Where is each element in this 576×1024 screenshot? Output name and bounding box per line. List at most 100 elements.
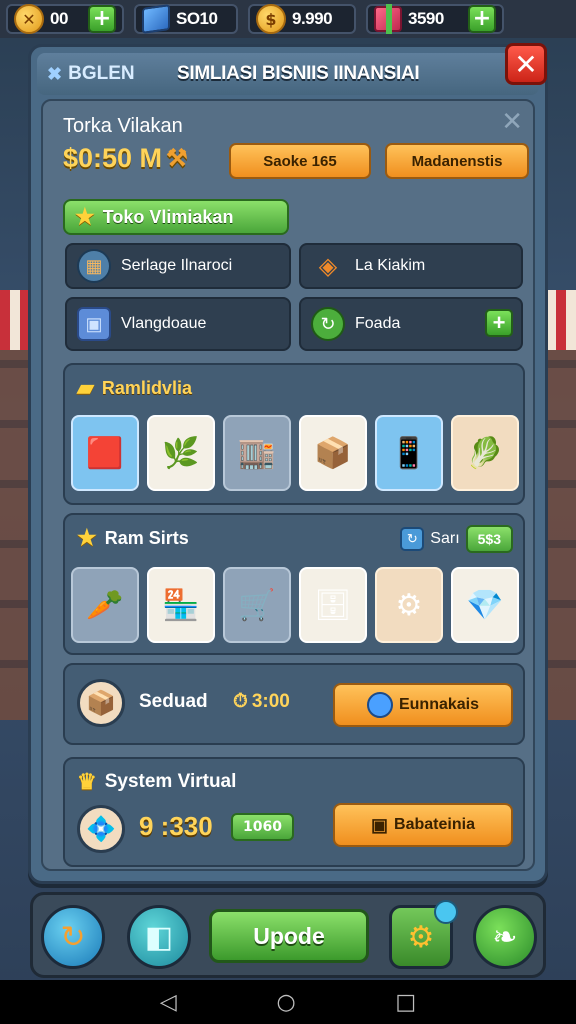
- hammer-icon: ⚒: [166, 145, 188, 172]
- recents-icon[interactable]: □: [395, 990, 416, 1015]
- cycle-icon: [366, 692, 393, 718]
- red-box-icon[interactable]: 🟥: [71, 415, 139, 491]
- tab-store-label: Toko Vlimiakan: [102, 206, 234, 227]
- gifts-value: 3590: [408, 9, 444, 28]
- update-button[interactable]: Upode: [209, 909, 369, 963]
- items-badge: ↻ Sarı 5$3: [400, 525, 513, 553]
- coin-icon: ✕: [14, 4, 44, 34]
- brand-x-icon: ✖: [47, 63, 63, 84]
- blue-cube-icon: [142, 4, 170, 34]
- coins-value: 00: [50, 9, 68, 28]
- cube-icon[interactable]: ◧: [127, 905, 191, 969]
- production-action-button[interactable]: Eunnakais: [333, 683, 513, 727]
- gems-value: SO10: [176, 9, 218, 28]
- box-icon: ▣: [371, 814, 389, 835]
- gifts-counter: 3590 +: [366, 4, 504, 34]
- settings-gear-icon[interactable]: ⚙: [389, 900, 458, 969]
- items-title: Ram Sirts: [104, 527, 189, 548]
- crate-icon: 📦: [77, 679, 125, 727]
- vegetable-basket-icon[interactable]: 🥬: [451, 415, 519, 491]
- shopping-cart-icon[interactable]: 🛒: [223, 567, 291, 643]
- sack-button[interactable]: Saoke 165: [229, 143, 371, 179]
- badge-value[interactable]: 5$3: [465, 525, 513, 553]
- storage-box-icon[interactable]: 🗄: [299, 567, 367, 643]
- plant-crate-icon[interactable]: 🌿: [147, 415, 215, 491]
- timer-value: 3:00: [251, 691, 290, 712]
- add-category-button[interactable]: +: [485, 309, 513, 337]
- gear-icon[interactable]: ⚙: [375, 567, 443, 643]
- close-window-button[interactable]: ✕: [505, 43, 547, 85]
- items-panel: ★ Ram Sirts ↻ Sarı 5$3 🥕 🏪 🛒 🗄 ⚙ 💎: [63, 513, 525, 655]
- category-storage[interactable]: ▦ Serlage Ilnaroci: [65, 243, 291, 289]
- refresh-icon[interactable]: ↻: [400, 527, 425, 551]
- system-navigation-bar: ◁ ○ □: [0, 980, 576, 1024]
- gold-coin-icon: $: [256, 4, 286, 34]
- production-row: 📦 Seduad ⏱ 3:00 Eunnakais: [63, 663, 525, 745]
- notification-dot: [434, 900, 458, 924]
- shop-box-icon[interactable]: 🏪: [147, 567, 215, 643]
- category-box-label: Vlangdoaue: [121, 315, 207, 332]
- system-action-label: Babateinia: [394, 816, 475, 833]
- leaf-icon[interactable]: ❧: [473, 905, 537, 969]
- back-icon[interactable]: ◁: [160, 990, 177, 1015]
- balance-value: $0:50 M: [63, 143, 163, 173]
- carrot-icon[interactable]: 🥕: [71, 567, 139, 643]
- system-title: ♛ System Virtual: [77, 769, 236, 795]
- system-value: 9 :330: [139, 811, 213, 841]
- star-icon: ★: [75, 204, 95, 229]
- production-timer: ⏱ 3:00: [233, 691, 290, 713]
- add-coins-button[interactable]: +: [88, 5, 116, 33]
- store-title: Torka Vilakan: [63, 115, 183, 137]
- crown-icon: ♛: [77, 769, 97, 794]
- sync-icon[interactable]: ↻: [41, 905, 105, 969]
- wooden-crate-icon[interactable]: 📦: [299, 415, 367, 491]
- store-icon: ▦: [77, 249, 111, 283]
- brand-logo: ✖ BGLEN: [47, 63, 135, 85]
- gems-counter: SO10: [134, 4, 238, 34]
- product-tiles: 🟥 🌿 🏬 📦 📱 🥬: [71, 415, 519, 491]
- panel-title: ★ Ram Sirts: [77, 525, 189, 551]
- close-icon[interactable]: ✕: [501, 107, 523, 137]
- timer-icon: ⏱: [233, 691, 248, 712]
- gem-crate-icon[interactable]: 💎: [451, 567, 519, 643]
- refresh-icon: ↻: [311, 307, 345, 341]
- home-icon[interactable]: ○: [276, 990, 295, 1015]
- business-simulation-window: ✖ BGLEN SIMLIASI BISNIIS IINANSIAI ✕ Tor…: [28, 43, 548, 884]
- category-tag[interactable]: ◈ La Kiakim: [299, 243, 523, 289]
- category-tag-label: La Kiakim: [355, 257, 426, 274]
- item-tiles: 🥕 🏪 🛒 🗄 ⚙ 💎: [71, 567, 519, 643]
- tab-store[interactable]: ★ Toko Vlimiakan: [63, 199, 289, 235]
- store-panel: Torka Vilakan ✕ $0:50 M ⚒ Saoke 165 Mada…: [41, 99, 535, 871]
- tablet-box-icon[interactable]: 📱: [375, 415, 443, 491]
- bottom-navigation: ↻ ◧ Upode ⚙ ❧: [30, 892, 546, 978]
- manage-button[interactable]: Madanenstis: [385, 143, 529, 179]
- category-storage-label: Serlage Ilnaroci: [121, 257, 233, 274]
- resource-bar: ✕ 00 + SO10 $ 9.990 3590 +: [0, 0, 576, 38]
- category-box[interactable]: ▣ Vlangdoaue: [65, 297, 291, 351]
- panel-title: ▰ Ramlidvlia: [77, 375, 192, 401]
- coins-counter: ✕ 00 +: [6, 4, 124, 34]
- gift-icon: [374, 4, 402, 34]
- category-refresh-label: Foada: [355, 315, 401, 332]
- production-action-label: Eunnakais: [398, 696, 480, 713]
- window-header: ✖ BGLEN SIMLIASI BISNIIS IINANSIAI: [37, 53, 539, 95]
- box-icon: ▣: [77, 307, 111, 341]
- store-balance: $0:50 M ⚒: [63, 143, 188, 174]
- shop-building-icon[interactable]: 🏬: [223, 415, 291, 491]
- tag-icon: ◈: [318, 252, 338, 280]
- gold-counter: $ 9.990: [248, 4, 356, 34]
- products-title: Ramlidvlia: [101, 377, 192, 398]
- box-star-icon: ▰: [77, 375, 94, 400]
- system-title-label: System Virtual: [104, 771, 237, 792]
- production-label: Seduad: [139, 691, 208, 712]
- category-refresh[interactable]: ↻ Foada +: [299, 297, 523, 351]
- gem-box-icon: 💠: [77, 805, 125, 853]
- system-virtual-row: ♛ System Virtual 💠 9 :330 1060 ▣ Babatei…: [63, 757, 525, 867]
- brand-name: BGLEN: [68, 63, 135, 84]
- gold-value: 9.990: [292, 9, 333, 28]
- star-icon: ★: [77, 525, 97, 550]
- system-pill[interactable]: 1060: [231, 813, 294, 841]
- add-gifts-button[interactable]: +: [468, 5, 496, 33]
- system-action-button[interactable]: ▣ Babateinia: [333, 803, 513, 847]
- products-panel: ▰ Ramlidvlia 🟥 🌿 🏬 📦 📱 🥬: [63, 363, 525, 505]
